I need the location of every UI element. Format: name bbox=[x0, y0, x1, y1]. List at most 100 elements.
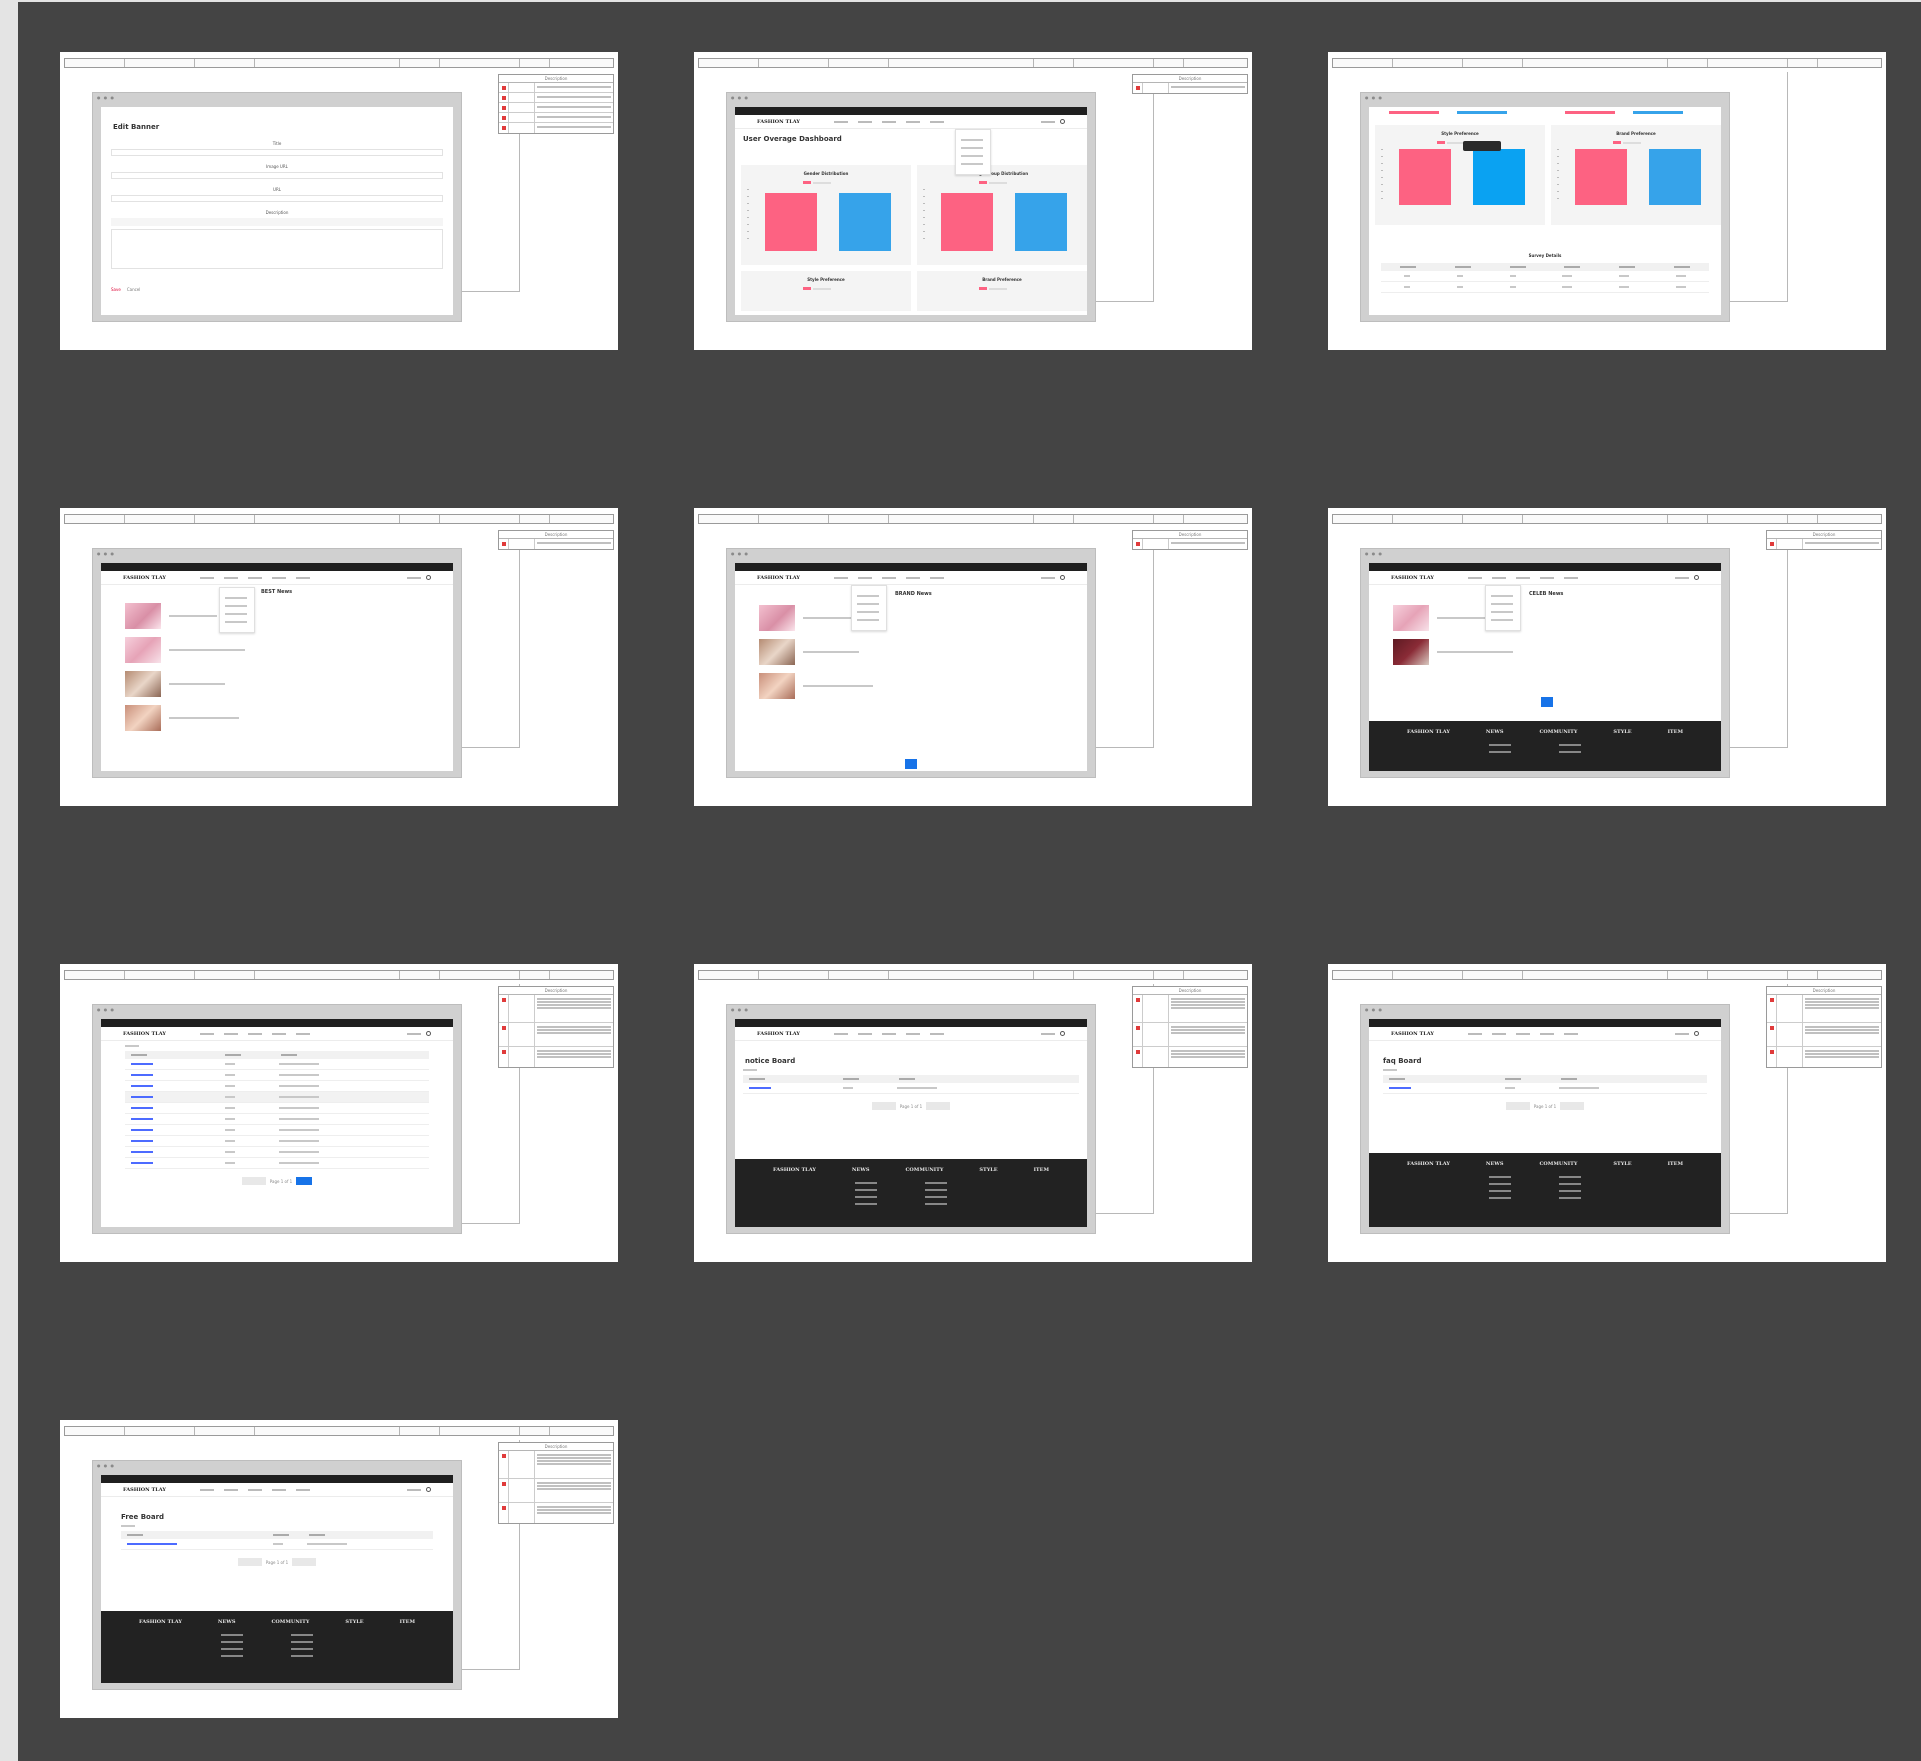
section-title: CELEB News bbox=[1529, 591, 1564, 597]
brand-logo[interactable]: FASHION TLAY bbox=[1391, 575, 1434, 581]
bar-brand-1[interactable] bbox=[1575, 149, 1627, 205]
next-button[interactable] bbox=[292, 1558, 317, 1566]
chart-title: Style Preference bbox=[1441, 131, 1479, 136]
title-input[interactable] bbox=[111, 149, 443, 156]
footer-news[interactable]: NEWS bbox=[218, 1619, 236, 1625]
page-title: Free Board bbox=[121, 1513, 165, 1521]
image-url-input[interactable] bbox=[111, 172, 443, 179]
search-icon[interactable] bbox=[1060, 119, 1065, 124]
search-icon[interactable] bbox=[1060, 1031, 1065, 1036]
footer-brand[interactable]: FASHION TLAY bbox=[139, 1619, 182, 1625]
footer-item[interactable]: ITEM bbox=[1034, 1167, 1049, 1173]
description-panel: Description bbox=[1766, 530, 1882, 550]
footer-style[interactable]: STYLE bbox=[979, 1167, 997, 1173]
brand-logo[interactable]: FASHION TLAY bbox=[123, 1487, 166, 1493]
nav-dropdown[interactable] bbox=[955, 129, 991, 175]
page-title: faq Board bbox=[1383, 1057, 1422, 1065]
footer-community[interactable]: COMMUNITY bbox=[271, 1619, 309, 1625]
pagination-current[interactable] bbox=[1541, 697, 1553, 707]
footer-news[interactable]: NEWS bbox=[852, 1167, 870, 1173]
footer-item[interactable]: ITEM bbox=[1668, 1161, 1683, 1167]
footer-community[interactable]: COMMUNITY bbox=[1539, 1161, 1577, 1167]
footer-brand[interactable]: FASHION TLAY bbox=[1407, 1161, 1450, 1167]
bar-female[interactable] bbox=[765, 193, 817, 251]
pagination-current[interactable] bbox=[905, 759, 917, 769]
url-input[interactable] bbox=[111, 195, 443, 202]
footer-item[interactable]: ITEM bbox=[1668, 729, 1683, 735]
news-dropdown[interactable] bbox=[1485, 585, 1521, 631]
footer-community[interactable]: COMMUNITY bbox=[1539, 729, 1577, 735]
news-thumbnail[interactable] bbox=[125, 603, 161, 629]
footer-brand[interactable]: FASHION TLAY bbox=[1407, 729, 1450, 735]
browser-frame: ● ● ● FASHION TLAY faq Board Page 1 of 1 bbox=[1360, 1004, 1730, 1234]
description-editor[interactable] bbox=[111, 229, 443, 269]
prev-button[interactable] bbox=[871, 1102, 896, 1110]
next-button[interactable] bbox=[926, 1102, 951, 1110]
field-label-title: Title bbox=[272, 141, 282, 146]
news-dropdown[interactable] bbox=[219, 587, 255, 633]
footer-style[interactable]: STYLE bbox=[1613, 1161, 1631, 1167]
bar-style-2[interactable] bbox=[1473, 149, 1525, 205]
news-thumbnail[interactable] bbox=[125, 671, 161, 697]
footer-news[interactable]: NEWS bbox=[1486, 1161, 1504, 1167]
chart-tooltip bbox=[1463, 141, 1501, 151]
spec-header-bar bbox=[1332, 970, 1882, 980]
search-icon[interactable] bbox=[426, 1031, 431, 1036]
artboard-best-news[interactable]: Description ● ● ● FASHION TLAY BEST News bbox=[60, 508, 618, 806]
save-button[interactable]: Save bbox=[111, 287, 121, 292]
news-thumbnail[interactable] bbox=[1393, 605, 1429, 631]
artboard-brand-news[interactable]: Description ● ● ● FASHION TLAY BRAND New… bbox=[694, 508, 1252, 806]
news-thumbnail[interactable] bbox=[125, 705, 161, 731]
spec-header-bar bbox=[64, 970, 614, 980]
artboard-dashboard[interactable]: Description ● ● ● FASHION TLAY User Over… bbox=[694, 52, 1252, 350]
news-thumbnail[interactable] bbox=[759, 639, 795, 665]
editor-toolbar[interactable] bbox=[111, 218, 443, 226]
news-thumbnail[interactable] bbox=[125, 637, 161, 663]
chart-title: Brand Preference bbox=[1616, 131, 1656, 136]
artboard-free-board[interactable]: Description ● ● ● FASHION TLAY Free Boar… bbox=[60, 1420, 618, 1718]
search-icon[interactable] bbox=[426, 1487, 431, 1492]
prev-button[interactable] bbox=[241, 1177, 266, 1185]
prev-button[interactable] bbox=[237, 1558, 262, 1566]
prev-button[interactable] bbox=[1505, 1102, 1530, 1110]
search-icon[interactable] bbox=[1694, 575, 1699, 580]
brand-logo[interactable]: FASHION TLAY bbox=[757, 1031, 800, 1037]
footer-news[interactable]: NEWS bbox=[1486, 729, 1504, 735]
bar-age-group-1[interactable] bbox=[941, 193, 993, 251]
brand-logo[interactable]: FASHION TLAY bbox=[123, 1031, 166, 1037]
artboard-edit-banner[interactable]: Description ● ● ● Edit Banner Title Imag… bbox=[60, 52, 618, 350]
brand-logo[interactable]: FASHION TLAY bbox=[757, 119, 800, 125]
search-icon[interactable] bbox=[426, 575, 431, 580]
bar-style-1[interactable] bbox=[1399, 149, 1451, 205]
news-thumbnail[interactable] bbox=[759, 673, 795, 699]
site-footer: FASHION TLAY NEWS COMMUNITY STYLE ITEM bbox=[735, 1159, 1087, 1227]
brand-logo[interactable]: FASHION TLAY bbox=[1391, 1031, 1434, 1037]
footer-brand[interactable]: FASHION TLAY bbox=[773, 1167, 816, 1173]
footer-style[interactable]: STYLE bbox=[1613, 729, 1631, 735]
artboard-dashboard-continued[interactable]: ● ● ● Style Preference Brand Preference bbox=[1328, 52, 1886, 350]
artboard-list-board[interactable]: Description ● ● ● FASHION TLAY Page 1 of… bbox=[60, 964, 618, 1262]
page-indicator: Page 1 of 1 bbox=[899, 1103, 923, 1109]
artboard-notice-board[interactable]: Description ● ● ● FASHION TLAY notice Bo… bbox=[694, 964, 1252, 1262]
footer-community[interactable]: COMMUNITY bbox=[905, 1167, 943, 1173]
news-dropdown[interactable] bbox=[851, 585, 887, 631]
news-thumbnail[interactable] bbox=[1393, 639, 1429, 665]
search-icon[interactable] bbox=[1694, 1031, 1699, 1036]
news-thumbnail[interactable] bbox=[759, 605, 795, 631]
browser-frame: ● ● ● FASHION TLAY CELEB News FASHION TL… bbox=[1360, 548, 1730, 778]
artboard-celeb-news[interactable]: Description ● ● ● FASHION TLAY CELEB New… bbox=[1328, 508, 1886, 806]
artboard-faq-board[interactable]: Description ● ● ● FASHION TLAY faq Board… bbox=[1328, 964, 1886, 1262]
bar-male[interactable] bbox=[839, 193, 891, 251]
brand-logo[interactable]: FASHION TLAY bbox=[123, 575, 166, 581]
footer-item[interactable]: ITEM bbox=[400, 1619, 415, 1625]
search-icon[interactable] bbox=[1060, 575, 1065, 580]
brand-logo[interactable]: FASHION TLAY bbox=[757, 575, 800, 581]
bar-age-group-2[interactable] bbox=[1015, 193, 1067, 251]
next-button[interactable] bbox=[1560, 1102, 1585, 1110]
footer-style[interactable]: STYLE bbox=[345, 1619, 363, 1625]
next-button[interactable] bbox=[296, 1177, 313, 1185]
bar-brand-2[interactable] bbox=[1649, 149, 1701, 205]
browser-frame: ● ● ● FASHION TLAY Page 1 of 1 bbox=[92, 1004, 462, 1234]
cancel-button[interactable]: Cancel bbox=[127, 287, 141, 292]
description-panel: Description bbox=[498, 986, 614, 1068]
